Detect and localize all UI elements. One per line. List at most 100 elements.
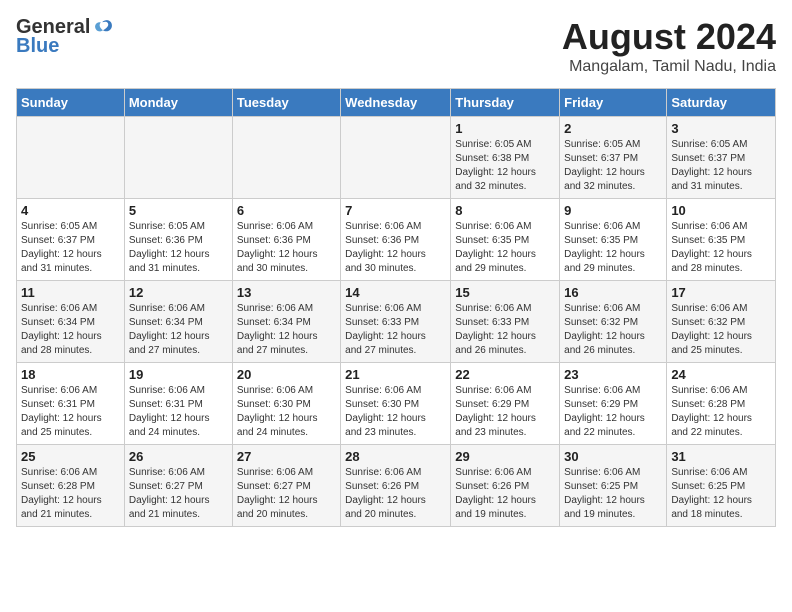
day-info: Sunrise: 6:06 AM Sunset: 6:33 PM Dayligh… <box>455 302 555 358</box>
day-info: Sunrise: 6:06 AM Sunset: 6:35 PM Dayligh… <box>455 220 555 276</box>
day-number: 14 <box>345 285 446 300</box>
day-info: Sunrise: 6:05 AM Sunset: 6:36 PM Dayligh… <box>129 220 228 276</box>
day-info: Sunrise: 6:06 AM Sunset: 6:30 PM Dayligh… <box>345 384 446 440</box>
day-number: 21 <box>345 367 446 382</box>
day-number: 2 <box>564 121 662 136</box>
calendar-cell: 6Sunrise: 6:06 AM Sunset: 6:36 PM Daylig… <box>232 199 340 281</box>
header: General Blue August 2024 Mangalam, Tamil… <box>16 16 776 76</box>
calendar-cell: 14 Sunrise: 6:06 AM Sunset: 6:33 PM Dayli… <box>341 281 451 363</box>
day-number: 27 <box>237 449 336 464</box>
calendar-header-row: SundayMondayTuesdayWednesdayThursdayFrid… <box>17 89 776 117</box>
day-info: Sunrise: 6:06 AM Sunset: 6:35 PM Dayligh… <box>671 220 771 276</box>
day-number: 13 <box>237 285 336 300</box>
header-friday: Friday <box>560 89 667 117</box>
day-info: Sunrise: 6:06 AM Sunset: 6:28 PM Dayligh… <box>21 466 120 522</box>
header-tuesday: Tuesday <box>232 89 340 117</box>
logo-blue: Blue <box>16 35 59 58</box>
calendar-cell: 19 Sunrise: 6:06 AM Sunset: 6:31 PM Dayli… <box>124 363 232 445</box>
day-number: 1 <box>455 121 555 136</box>
day-info: Sunrise: 6:06 AM Sunset: 6:28 PM Dayligh… <box>671 384 771 440</box>
calendar-cell: 1 Sunrise: 6:05 AM Sunset: 6:38 PM Daylig… <box>451 117 560 199</box>
day-number: 4 <box>21 203 120 218</box>
day-number: 31 <box>671 449 771 464</box>
month-title: August 2024 <box>562 16 776 58</box>
day-info: Sunrise: 6:06 AM Sunset: 6:26 PM Dayligh… <box>345 466 446 522</box>
calendar-cell: 13 Sunrise: 6:06 AM Sunset: 6:34 PM Dayli… <box>232 281 340 363</box>
logo: General Blue <box>16 16 114 58</box>
day-info: Sunrise: 6:06 AM Sunset: 6:25 PM Dayligh… <box>564 466 662 522</box>
calendar-cell: 12 Sunrise: 6:06 AM Sunset: 6:34 PM Dayli… <box>124 281 232 363</box>
calendar-cell <box>232 117 340 199</box>
day-info: Sunrise: 6:06 AM Sunset: 6:25 PM Dayligh… <box>671 466 771 522</box>
day-info: Sunrise: 6:06 AM Sunset: 6:32 PM Dayligh… <box>671 302 771 358</box>
day-info: Sunrise: 6:06 AM Sunset: 6:33 PM Dayligh… <box>345 302 446 358</box>
calendar-week-3: 11 Sunrise: 6:06 AM Sunset: 6:34 PM Dayli… <box>17 281 776 363</box>
calendar-week-4: 18 Sunrise: 6:06 AM Sunset: 6:31 PM Dayli… <box>17 363 776 445</box>
calendar-cell <box>341 117 451 199</box>
calendar-cell: 30 Sunrise: 6:06 AM Sunset: 6:25 PM Dayli… <box>560 445 667 527</box>
day-number: 5 <box>129 203 228 218</box>
calendar-cell: 11Sunrise: 6:06 AM Sunset: 6:34 PM Dayli… <box>17 281 125 363</box>
day-info: Sunrise: 6:06 AM Sunset: 6:27 PM Dayligh… <box>237 466 336 522</box>
day-info: Sunrise: 6:05 AM Sunset: 6:37 PM Dayligh… <box>564 138 662 194</box>
day-info: Sunrise: 6:06 AM Sunset: 6:34 PM Dayligh… <box>129 302 228 358</box>
calendar-cell: 16 Sunrise: 6:06 AM Sunset: 6:32 PM Dayli… <box>560 281 667 363</box>
day-number: 19 <box>129 367 228 382</box>
day-number: 23 <box>564 367 662 382</box>
day-info: Sunrise: 6:06 AM Sunset: 6:27 PM Dayligh… <box>129 466 228 522</box>
day-number: 16 <box>564 285 662 300</box>
day-info: Sunrise: 6:06 AM Sunset: 6:32 PM Dayligh… <box>564 302 662 358</box>
day-info: Sunrise: 6:06 AM Sunset: 6:34 PM Dayligh… <box>237 302 336 358</box>
calendar-week-2: 4Sunrise: 6:05 AM Sunset: 6:37 PM Daylig… <box>17 199 776 281</box>
day-info: Sunrise: 6:05 AM Sunset: 6:38 PM Dayligh… <box>455 138 555 194</box>
day-number: 17 <box>671 285 771 300</box>
calendar-cell: 25Sunrise: 6:06 AM Sunset: 6:28 PM Dayli… <box>17 445 125 527</box>
title-area: August 2024 Mangalam, Tamil Nadu, India <box>562 16 776 76</box>
calendar-cell: 5 Sunrise: 6:05 AM Sunset: 6:36 PM Daylig… <box>124 199 232 281</box>
calendar-cell: 29Sunrise: 6:06 AM Sunset: 6:26 PM Dayli… <box>451 445 560 527</box>
calendar-cell: 3Sunrise: 6:05 AM Sunset: 6:37 PM Daylig… <box>667 117 776 199</box>
day-number: 28 <box>345 449 446 464</box>
day-number: 10 <box>671 203 771 218</box>
calendar-cell: 23 Sunrise: 6:06 AM Sunset: 6:29 PM Dayli… <box>560 363 667 445</box>
day-number: 12 <box>129 285 228 300</box>
calendar-cell: 28 Sunrise: 6:06 AM Sunset: 6:26 PM Dayli… <box>341 445 451 527</box>
calendar-cell: 20Sunrise: 6:06 AM Sunset: 6:30 PM Dayli… <box>232 363 340 445</box>
header-saturday: Saturday <box>667 89 776 117</box>
day-info: Sunrise: 6:06 AM Sunset: 6:35 PM Dayligh… <box>564 220 662 276</box>
day-info: Sunrise: 6:06 AM Sunset: 6:31 PM Dayligh… <box>129 384 228 440</box>
day-info: Sunrise: 6:06 AM Sunset: 6:36 PM Dayligh… <box>345 220 446 276</box>
day-number: 7 <box>345 203 446 218</box>
calendar-body: 1 Sunrise: 6:05 AM Sunset: 6:38 PM Daylig… <box>17 117 776 527</box>
calendar-cell: 27 Sunrise: 6:06 AM Sunset: 6:27 PM Dayli… <box>232 445 340 527</box>
day-number: 20 <box>237 367 336 382</box>
day-number: 9 <box>564 203 662 218</box>
day-info: Sunrise: 6:06 AM Sunset: 6:29 PM Dayligh… <box>564 384 662 440</box>
day-number: 24 <box>671 367 771 382</box>
day-number: 22 <box>455 367 555 382</box>
day-number: 18 <box>21 367 120 382</box>
day-number: 30 <box>564 449 662 464</box>
calendar-week-5: 25Sunrise: 6:06 AM Sunset: 6:28 PM Dayli… <box>17 445 776 527</box>
day-number: 26 <box>129 449 228 464</box>
header-sunday: Sunday <box>17 89 125 117</box>
day-info: Sunrise: 6:06 AM Sunset: 6:29 PM Dayligh… <box>455 384 555 440</box>
day-info: Sunrise: 6:06 AM Sunset: 6:31 PM Dayligh… <box>21 384 120 440</box>
calendar-cell: 24 Sunrise: 6:06 AM Sunset: 6:28 PM Dayli… <box>667 363 776 445</box>
day-number: 29 <box>455 449 555 464</box>
calendar-cell: 18 Sunrise: 6:06 AM Sunset: 6:31 PM Dayli… <box>17 363 125 445</box>
header-thursday: Thursday <box>451 89 560 117</box>
calendar-cell <box>17 117 125 199</box>
calendar-cell: 4Sunrise: 6:05 AM Sunset: 6:37 PM Daylig… <box>17 199 125 281</box>
day-info: Sunrise: 6:06 AM Sunset: 6:36 PM Dayligh… <box>237 220 336 276</box>
calendar-cell: 7 Sunrise: 6:06 AM Sunset: 6:36 PM Daylig… <box>341 199 451 281</box>
day-info: Sunrise: 6:05 AM Sunset: 6:37 PM Dayligh… <box>671 138 771 194</box>
day-number: 8 <box>455 203 555 218</box>
location: Mangalam, Tamil Nadu, India <box>562 58 776 76</box>
calendar-cell: 22 Sunrise: 6:06 AM Sunset: 6:29 PM Dayli… <box>451 363 560 445</box>
day-number: 15 <box>455 285 555 300</box>
calendar-cell: 31 Sunrise: 6:06 AM Sunset: 6:25 PM Dayli… <box>667 445 776 527</box>
calendar-cell: 10 Sunrise: 6:06 AM Sunset: 6:35 PM Dayli… <box>667 199 776 281</box>
calendar-cell: 8 Sunrise: 6:06 AM Sunset: 6:35 PM Daylig… <box>451 199 560 281</box>
day-number: 11 <box>21 285 120 300</box>
